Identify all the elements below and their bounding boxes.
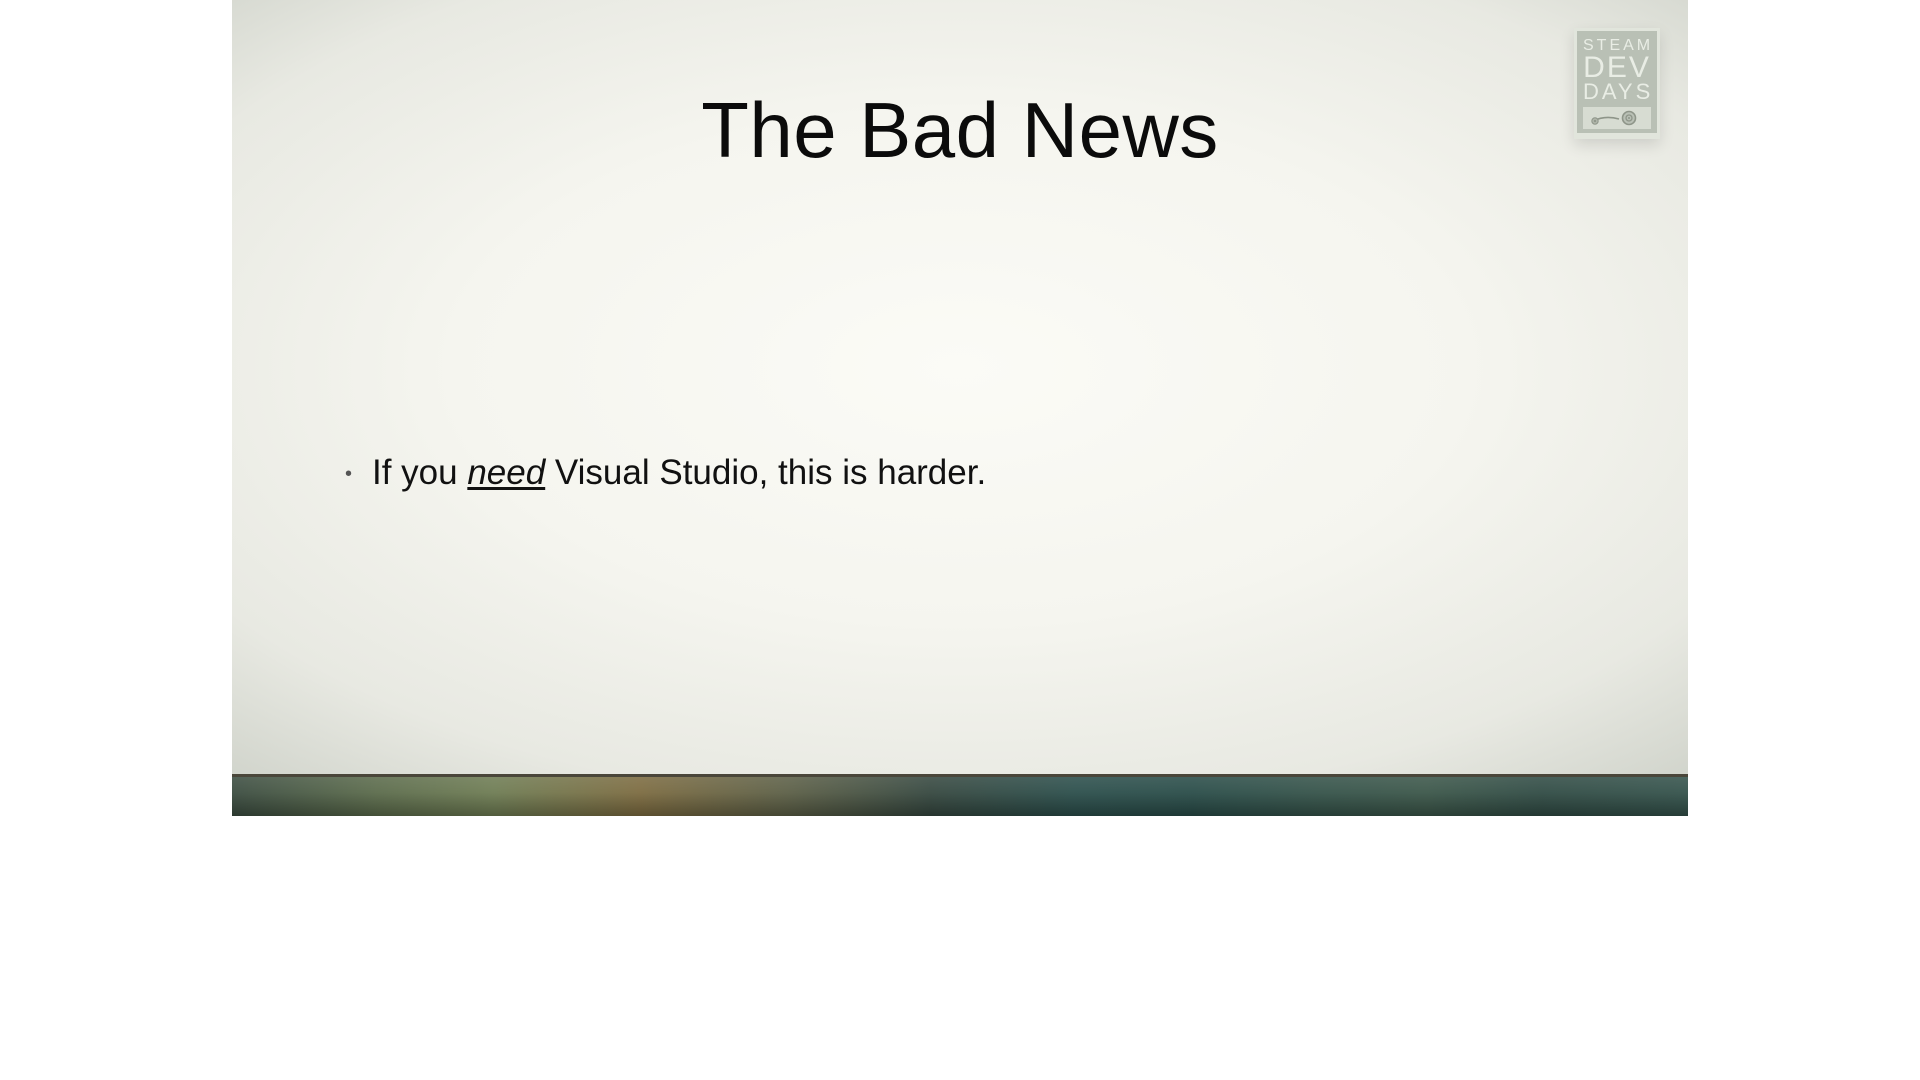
logo-line-days: DAYS xyxy=(1583,81,1651,103)
slide-bottom-border xyxy=(232,774,1688,816)
presentation-slide: The Bad News • If you need Visual Studio… xyxy=(232,0,1688,816)
bullet-text-before: If you xyxy=(372,453,467,492)
event-logo: STEAM DEV DAYS xyxy=(1574,28,1660,139)
list-item: • If you need Visual Studio, this is har… xyxy=(332,450,1588,496)
steam-icon xyxy=(1583,107,1651,129)
bullet-text-emph: need xyxy=(467,453,545,492)
bullet-text-after: Visual Studio, this is harder. xyxy=(545,453,986,492)
bullet-list: • If you need Visual Studio, this is har… xyxy=(332,450,1588,496)
slide-title: The Bad News xyxy=(232,85,1688,176)
bullet-text: If you need Visual Studio, this is harde… xyxy=(372,450,986,496)
bullet-dot-icon: • xyxy=(332,464,352,484)
